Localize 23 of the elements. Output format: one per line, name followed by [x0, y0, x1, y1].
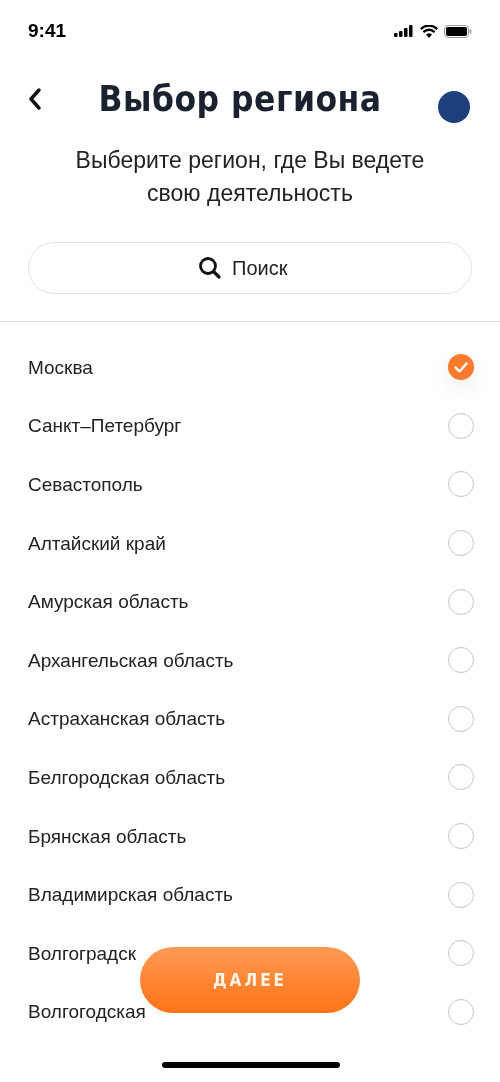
region-name[interactable]: Санкт–Петербург	[28, 416, 182, 436]
avatar-circle[interactable]	[438, 91, 470, 123]
check-icon	[454, 361, 468, 373]
region-name[interactable]: Амурская область	[28, 592, 189, 612]
search-input[interactable]: Поиск	[232, 256, 302, 280]
search-icon	[198, 256, 222, 280]
page-subtitle: Выберите регион, где Вы ведете свою деятельность	[74, 146, 426, 208]
region-name[interactable]: Владимирская область	[28, 885, 233, 905]
region-name[interactable]: Москва	[28, 357, 93, 377]
region-name[interactable]: Астраханская область	[28, 709, 226, 729]
region-name[interactable]: Севастополь	[28, 475, 143, 494]
region-name[interactable]: Волгоградск	[28, 943, 136, 963]
region-name[interactable]: Алтайский край	[28, 533, 166, 553]
signal-icon	[394, 25, 414, 37]
page-title: Выбор региона	[98, 79, 382, 119]
checked-radio[interactable]	[448, 354, 474, 381]
back-icon[interactable]	[28, 87, 42, 111]
status-time: 9:41	[28, 20, 67, 42]
region-name[interactable]: Архангельская область	[28, 650, 234, 670]
battery-icon	[444, 24, 472, 38]
region-name[interactable]: Белгородская область	[28, 767, 226, 787]
region-name[interactable]: Брянская область	[28, 826, 187, 846]
wifi-icon	[420, 24, 438, 38]
